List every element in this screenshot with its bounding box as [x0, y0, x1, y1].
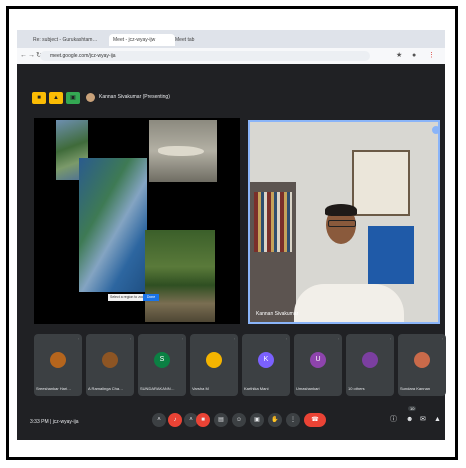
presenter-label: Kannan Sivakumar (Presenting) — [99, 94, 170, 100]
meeting-time-code: 3:33 PM | jcz-wyay-ija — [30, 419, 79, 425]
mic-muted-icon: ’ — [130, 337, 131, 342]
participant-name: Sundara Kannan — [400, 386, 431, 391]
info-icon[interactable]: ⓘ — [390, 414, 397, 426]
control-bar — [17, 404, 445, 440]
chevron-up-icon[interactable]: ˄ — [152, 413, 166, 427]
mic-muted-icon: ’ — [442, 337, 443, 342]
mic-muted-icon: ’ — [78, 337, 79, 342]
participant-tile[interactable]: Sundara Kannan ’ — [398, 334, 446, 396]
participant-avatar: S — [154, 352, 170, 368]
participant-tile[interactable]: Varsha M ’ — [190, 334, 238, 396]
captions-icon[interactable]: ▤ — [214, 413, 228, 427]
menu-icon[interactable]: ⋮ — [428, 51, 435, 61]
participant-tile[interactable]: A Ramalinga Cha… ’ — [86, 334, 134, 396]
speaker-body — [294, 284, 404, 322]
participant-name: Sreeshankar Hari… — [36, 386, 72, 391]
participant-tile[interactable]: K Karthika Mani ’ — [242, 334, 290, 396]
participant-avatar: U — [310, 352, 326, 368]
profile-icon[interactable]: ● — [412, 51, 416, 61]
participant-tile[interactable]: Sreeshankar Hari… ’ — [34, 334, 82, 396]
raise-hand-icon[interactable]: ✋ — [268, 413, 282, 427]
participant-name: SUNDARAKANN… — [140, 386, 175, 391]
browser-tab[interactable]: Re: subject - Gurukashtam… — [33, 34, 103, 46]
mic-muted-icon: ’ — [182, 337, 183, 342]
presenter-avatar — [86, 93, 95, 102]
back-arrow-icon[interactable]: ← — [20, 51, 27, 61]
participant-name: 10 others — [348, 386, 365, 391]
participant-avatar — [102, 352, 118, 368]
more-options-icon[interactable]: ⋮ — [286, 413, 300, 427]
speaker — [312, 204, 372, 282]
participant-tile[interactable]: 10 others ’ — [346, 334, 394, 396]
participant-avatar — [414, 352, 430, 368]
wall-calendar — [368, 226, 414, 284]
present-tool-icon[interactable]: ■ — [32, 92, 46, 104]
map-image-large — [79, 158, 147, 292]
mic-muted-icon: ’ — [390, 337, 391, 342]
layout-tool-icon[interactable]: ▣ — [66, 92, 80, 104]
books — [254, 192, 292, 252]
speaker-glasses — [328, 220, 356, 227]
forward-arrow-icon[interactable]: → — [28, 51, 35, 61]
crocodile-shape — [158, 146, 204, 156]
people-icon[interactable]: ☻ — [406, 414, 413, 426]
annotate-tool-icon[interactable]: ▲ — [49, 92, 63, 104]
participant-count-badge: 10 — [408, 406, 417, 411]
camera-off-icon[interactable]: ■ — [196, 413, 210, 427]
pin-icon[interactable] — [432, 126, 440, 134]
participant-avatar — [362, 352, 378, 368]
mic-muted-icon: ’ — [286, 337, 287, 342]
participant-tile[interactable]: S SUNDARAKANN… ’ — [138, 334, 186, 396]
present-screen-icon[interactable]: ▣ — [250, 413, 264, 427]
participant-avatar: K — [258, 352, 274, 368]
url-field[interactable]: meet.google.com/jcz-wyay-ija — [40, 51, 370, 61]
forest-photo — [145, 230, 215, 322]
extensions-icon[interactable]: ★ — [396, 51, 402, 61]
participant-avatar — [206, 352, 222, 368]
speaker-hair — [325, 204, 357, 216]
participant-name: Umashankari — [296, 386, 320, 391]
chat-icon[interactable]: ✉ — [420, 414, 426, 426]
mic-off-icon[interactable]: ♪ — [168, 413, 182, 427]
end-call-button[interactable]: ☎ — [304, 413, 326, 427]
browser-tab-bar: Re: subject - Gurukashtam… Meet - jcz-wy… — [17, 30, 445, 48]
browser-tab-active[interactable]: Meet - jcz-wyay-ijw — [109, 34, 175, 46]
participant-name: Varsha M — [192, 386, 209, 391]
browser-tab[interactable]: Meet tab — [175, 34, 205, 46]
mic-muted-icon: ’ — [338, 337, 339, 342]
participant-tile[interactable]: U Umashankari ’ — [294, 334, 342, 396]
caption-done-button[interactable]: Done — [143, 294, 159, 301]
participant-name: A Ramalinga Cha… — [88, 386, 124, 391]
presenter-video[interactable] — [248, 120, 440, 324]
activities-icon[interactable]: ▲ — [434, 414, 441, 426]
participant-avatar — [50, 352, 66, 368]
emoji-icon[interactable]: ☺ — [232, 413, 246, 427]
mic-muted-icon: ’ — [234, 337, 235, 342]
video-name-label: Kannan Sivakumar — [256, 311, 299, 317]
participant-name: Karthika Mani — [244, 386, 269, 391]
